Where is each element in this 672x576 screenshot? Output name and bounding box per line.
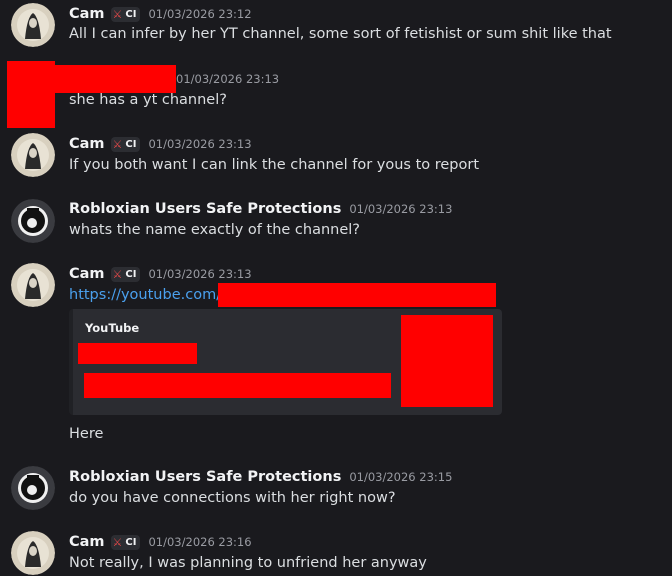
avatar-cam[interactable] — [11, 133, 55, 177]
embed-provider[interactable]: YouTube — [85, 321, 139, 335]
redacted-author-name — [55, 65, 176, 93]
author-name[interactable]: Cam — [69, 266, 105, 282]
redacted-embed-title — [78, 343, 197, 364]
redacted-link — [218, 283, 496, 307]
author-name[interactable]: Cam — [69, 6, 105, 22]
message-text: Not really, I was planning to unfriend h… — [69, 555, 427, 571]
timestamp: 01/03/2026 23:13 — [349, 202, 453, 216]
timestamp: 01/03/2026 23:13 — [148, 137, 252, 151]
avatar-cam[interactable] — [11, 3, 55, 47]
sword-icon: ⚔ — [112, 267, 123, 281]
redacted-avatar — [7, 61, 55, 128]
author-name[interactable]: Robloxian Users Safe Protections — [69, 469, 341, 485]
role-tag[interactable]: ⚔ CI — [110, 6, 141, 22]
message-text: If you both want I can link the channel … — [69, 157, 480, 173]
role-tag[interactable]: ⚔ CI — [110, 534, 141, 550]
avatar-cam[interactable] — [11, 263, 55, 307]
youtube-link[interactable]: https://youtube.com/( — [69, 287, 227, 303]
message-text: All I can infer by her YT channel, some … — [69, 26, 612, 42]
timestamp: 01/03/2026 23:13 — [176, 72, 280, 86]
author-name[interactable]: Cam — [69, 534, 105, 550]
timestamp: 01/03/2026 23:12 — [148, 7, 252, 21]
message-text: she has a yt channel? — [69, 92, 227, 108]
timestamp: 01/03/2026 23:15 — [349, 470, 453, 484]
avatar-robloxian[interactable] — [11, 466, 55, 510]
timestamp: 01/03/2026 23:16 — [148, 535, 252, 549]
role-tag[interactable]: ⚔ CI — [110, 136, 141, 152]
message-text: do you have connections with her right n… — [69, 490, 396, 506]
timestamp: 01/03/2026 23:13 — [148, 267, 252, 281]
role-tag-label: CI — [125, 8, 137, 20]
role-tag-label: CI — [125, 536, 137, 548]
sword-icon: ⚔ — [112, 137, 123, 151]
author-name[interactable]: Cam — [69, 136, 105, 152]
author-name[interactable]: Robloxian Users Safe Protections — [69, 201, 341, 217]
message-text: Here — [69, 426, 104, 442]
redacted-embed-thumbnail — [401, 315, 493, 407]
redacted-embed-description — [84, 373, 391, 398]
message-text: whats the name exactly of the channel? — [69, 222, 360, 238]
role-tag-label: CI — [125, 268, 137, 280]
role-tag[interactable]: ⚔ CI — [110, 266, 141, 282]
avatar-cam[interactable] — [11, 531, 55, 575]
sword-icon: ⚔ — [112, 7, 123, 21]
avatar-robloxian[interactable] — [11, 199, 55, 243]
role-tag-label: CI — [125, 138, 137, 150]
sword-icon: ⚔ — [112, 535, 123, 549]
